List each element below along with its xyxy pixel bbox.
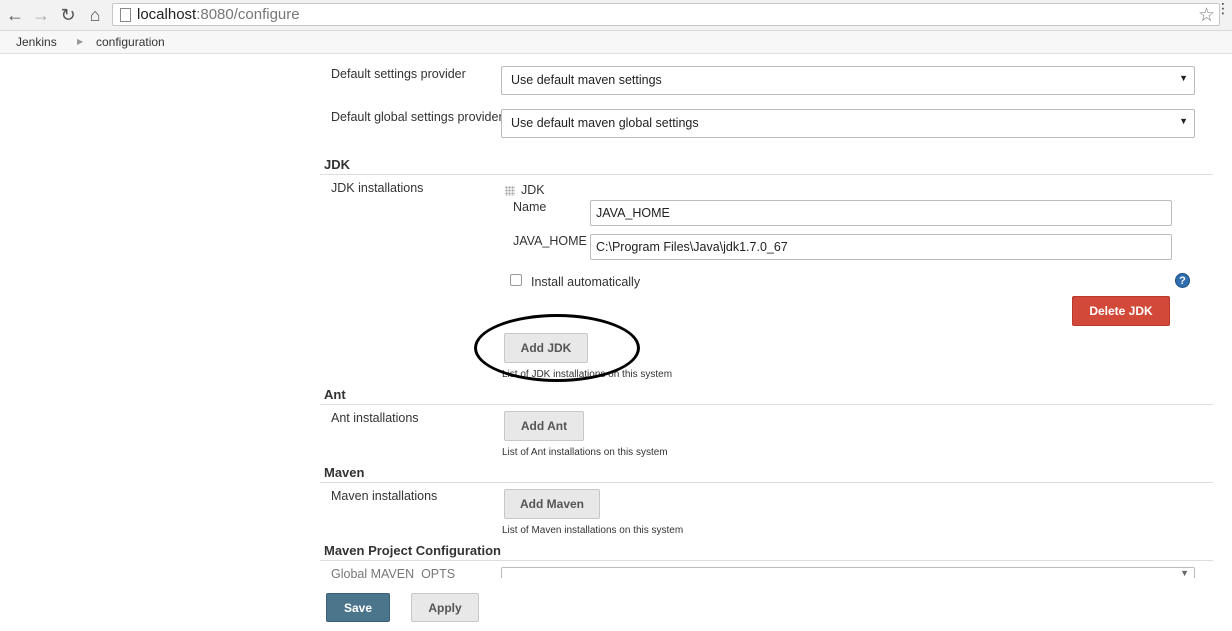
help-icon[interactable]: ? [1175, 273, 1190, 288]
section-divider [320, 174, 1213, 175]
jdk-section-title: JDK [324, 157, 351, 172]
dropdown-arrow-icon: ▼ [1179, 73, 1188, 83]
page-icon [120, 8, 131, 22]
java-home-input[interactable]: C:\Program Files\Java\jdk1.7.0_67 [590, 234, 1172, 260]
install-automatically-label: Install automatically [531, 275, 641, 289]
back-arrow-icon[interactable]: ← [4, 4, 26, 26]
breadcrumb: Jenkins ▶ configuration [0, 31, 1232, 54]
ant-installations-label: Ant installations [331, 411, 419, 425]
add-jdk-button[interactable]: Add JDK [504, 333, 588, 363]
install-automatically-checkbox[interactable] [510, 274, 522, 286]
breadcrumb-item-configuration[interactable]: configuration [96, 35, 165, 49]
maven-help-text: List of Maven installations on this syst… [502, 525, 684, 536]
jdk-entry-title: JDK [521, 183, 545, 197]
delete-jdk-button[interactable]: Delete JDK [1072, 296, 1170, 326]
section-divider [320, 404, 1213, 405]
url-text: localhost:8080/configure [137, 6, 300, 23]
breadcrumb-item-jenkins[interactable]: Jenkins [16, 35, 57, 49]
default-settings-select[interactable]: Use default maven settings ▼ [501, 66, 1195, 95]
chevron-right-icon: ▶ [77, 37, 84, 46]
form-actions-bar: Save Apply [0, 578, 1232, 631]
default-global-settings-label: Default global settings provider [331, 110, 503, 124]
apply-button[interactable]: Apply [411, 593, 479, 622]
add-ant-button[interactable]: Add Ant [504, 411, 584, 441]
forward-arrow-icon[interactable]: → [30, 4, 52, 26]
jdk-name-value: JAVA_HOME [596, 206, 670, 220]
expand-arrow-icon[interactable]: ▼ [1180, 568, 1189, 578]
default-settings-value: Use default maven settings [511, 73, 662, 87]
ant-help-text: List of Ant installations on this system [502, 447, 668, 458]
ant-section-title: Ant [324, 387, 346, 402]
reload-icon[interactable]: ↻ [57, 4, 79, 26]
java-home-label: JAVA_HOME [513, 234, 587, 248]
section-divider [320, 482, 1213, 483]
jdk-installations-label: JDK installations [331, 181, 424, 195]
browser-toolbar: ← → ↻ ⌂ localhost:8080/configure ☆ ⋮ [0, 0, 1232, 31]
jdk-help-text: List of JDK installations on this system [502, 369, 673, 380]
jdk-name-label: Name [513, 200, 547, 214]
default-global-settings-value: Use default maven global settings [511, 116, 699, 130]
section-divider [320, 560, 1213, 561]
maven-section-title: Maven [324, 465, 365, 480]
config-form: Default settings provider Use default ma… [0, 54, 1232, 631]
jdk-name-input[interactable]: JAVA_HOME [590, 200, 1172, 226]
drag-handle-icon[interactable] [505, 186, 515, 196]
java-home-value: C:\Program Files\Java\jdk1.7.0_67 [596, 240, 788, 254]
maven-installations-label: Maven installations [331, 489, 438, 503]
menu-icon[interactable]: ⋮ [1216, 1, 1230, 15]
bookmark-star-icon[interactable]: ☆ [1198, 4, 1215, 27]
default-global-settings-select[interactable]: Use default maven global settings ▼ [501, 109, 1195, 138]
dropdown-arrow-icon: ▼ [1179, 116, 1188, 126]
add-maven-button[interactable]: Add Maven [504, 489, 600, 519]
save-button[interactable]: Save [326, 593, 390, 622]
maven-project-section-title: Maven Project Configuration [324, 543, 501, 558]
default-settings-label: Default settings provider [331, 67, 466, 81]
address-bar[interactable]: localhost:8080/configure ☆ [112, 3, 1220, 26]
home-icon[interactable]: ⌂ [84, 4, 106, 26]
